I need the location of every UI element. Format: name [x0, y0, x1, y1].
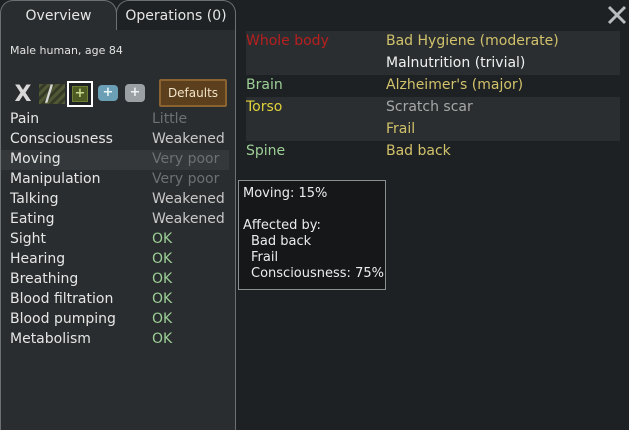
tab-operations[interactable]: Operations (0) — [116, 0, 236, 30]
health-row[interactable]: Malnutrition (trivial) — [246, 53, 620, 75]
tab-overview[interactable]: Overview — [0, 0, 117, 30]
capacity-name: Pain — [10, 111, 40, 127]
slash-icon[interactable]: / — [41, 83, 57, 107]
capacity-row[interactable]: Consciousness Weakened — [1, 130, 229, 150]
medicine-glitterworld-icon[interactable]: + — [125, 84, 145, 102]
body-part-label: Spine — [246, 143, 286, 159]
medicine-plus-icon: + — [72, 86, 88, 102]
capacity-name: Manipulation — [10, 171, 101, 187]
tooltip-title: Moving: 15% — [243, 186, 328, 201]
overview-panel: Male human, age 84 X / + + + Defaults Pa… — [0, 30, 236, 430]
close-icon[interactable] — [606, 4, 628, 26]
capacity-value: OK — [152, 271, 173, 287]
medicine-industrial-icon[interactable]: + — [98, 85, 118, 101]
capacity-row[interactable]: Moving Very poor — [1, 150, 229, 170]
tooltip-factor: Bad back — [251, 234, 312, 249]
capacity-value: Very poor — [152, 151, 220, 167]
capacity-value: Weakened — [152, 131, 225, 147]
condition-label: Bad back — [386, 143, 451, 159]
capacity-row[interactable]: Blood filtration OK — [1, 290, 229, 310]
capacity-value: Weakened — [152, 211, 225, 227]
body-part-label: Torso — [246, 99, 283, 115]
pawn-description: Male human, age 84 — [10, 44, 123, 57]
capacity-value: Very poor — [152, 171, 220, 187]
capacity-name: Blood filtration — [10, 291, 114, 307]
tooltip-factor: Consciousness: 75% — [251, 266, 384, 281]
capacity-name: Eating — [10, 211, 55, 227]
defaults-button[interactable]: Defaults — [159, 79, 227, 107]
capacity-value: Little — [152, 111, 188, 127]
condition-label: Scratch scar — [386, 99, 473, 115]
medical-care-toolbar: X / + + + Defaults — [1, 78, 237, 108]
x-icon[interactable]: X — [13, 83, 33, 107]
health-row[interactable]: Brain Alzheimer's (major) — [246, 75, 620, 97]
capacity-name: Consciousness — [10, 131, 113, 147]
body-part-label: Whole body — [246, 33, 329, 49]
capacity-value: OK — [152, 331, 173, 347]
capacity-row[interactable]: Hearing OK — [1, 250, 229, 270]
capacity-value: Weakened — [152, 191, 225, 207]
capacity-row[interactable]: Eating Weakened — [1, 210, 229, 230]
medicine-herbal-selected-button[interactable]: + — [67, 81, 93, 107]
capacity-row[interactable]: Blood pumping OK — [1, 310, 229, 330]
health-row[interactable]: Spine Bad back — [246, 141, 620, 163]
capacity-name: Blood pumping — [10, 311, 116, 327]
capacity-value: OK — [152, 311, 173, 327]
capacity-row[interactable]: Metabolism OK — [1, 330, 229, 350]
health-row[interactable]: Torso Scratch scar — [246, 97, 620, 119]
capacity-row[interactable]: Talking Weakened — [1, 190, 229, 210]
capacity-row[interactable]: Sight OK — [1, 230, 229, 250]
capacity-name: Talking — [10, 191, 59, 207]
capacity-value: OK — [152, 231, 173, 247]
condition-label: Alzheimer's (major) — [386, 77, 524, 93]
health-window: Overview Operations (0) Male human, age … — [0, 0, 629, 430]
health-row[interactable]: Whole body Bad Hygiene (moderate) — [246, 31, 620, 53]
capacity-row[interactable]: Manipulation Very poor — [1, 170, 229, 190]
capacity-name: Sight — [10, 231, 47, 247]
tooltip-affected-label: Affected by: — [243, 218, 321, 233]
condition-label: Frail — [386, 121, 416, 137]
capacity-value: OK — [152, 291, 173, 307]
capacity-name: Breathing — [10, 271, 79, 287]
tooltip-factor: Frail — [251, 250, 279, 265]
condition-label: Malnutrition (trivial) — [386, 55, 526, 71]
capacity-value: OK — [152, 251, 173, 267]
capacity-name: Metabolism — [10, 331, 91, 347]
capacity-name: Hearing — [10, 251, 66, 267]
capacity-row[interactable]: Breathing OK — [1, 270, 229, 290]
capacity-tooltip: Moving: 15% Affected by: Bad back Frail … — [238, 180, 386, 290]
capacity-row[interactable]: Pain Little — [1, 110, 229, 130]
capacity-name: Moving — [10, 151, 61, 167]
body-part-label: Brain — [246, 77, 283, 93]
condition-label: Bad Hygiene (moderate) — [386, 33, 559, 49]
tooltip-spacer — [243, 202, 385, 218]
health-row[interactable]: Frail — [246, 119, 620, 141]
